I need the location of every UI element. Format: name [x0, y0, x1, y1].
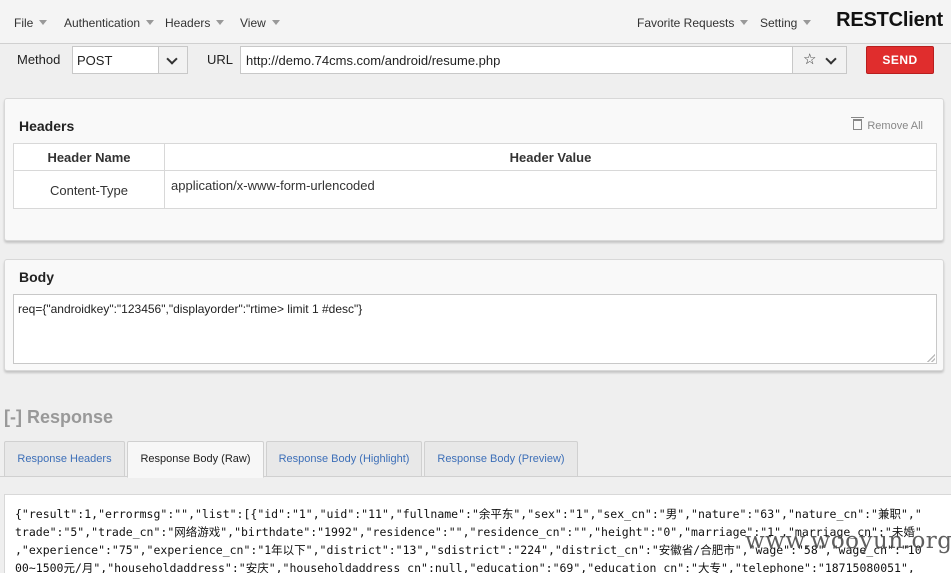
caret-down-icon — [803, 20, 812, 26]
menu-favorite-requests[interactable]: Favorite Requests — [637, 16, 749, 30]
response-line: {"result":1,"errormsg":"","list":[{"id":… — [15, 507, 922, 521]
headers-table: Header Name Header Value Content-Type ap… — [13, 143, 937, 209]
caret-down-icon — [146, 20, 155, 26]
tab-response-body-raw[interactable]: Response Body (Raw) — [127, 441, 264, 478]
watermark: www.wooyun.org — [745, 528, 951, 554]
headers-panel: Headers Remove All Header Name Header Va… — [4, 98, 944, 241]
url-value: http://demo.74cms.com/android/resume.php — [246, 53, 501, 68]
menu-favorite-requests-label: Favorite Requests — [637, 16, 735, 30]
brand-logo: RESTClient — [836, 9, 943, 31]
tab-response-body-preview[interactable]: Response Body (Preview) — [424, 441, 578, 477]
remove-all-button[interactable]: Remove All — [851, 117, 923, 132]
tab-response-body-highlight[interactable]: Response Body (Highlight) — [266, 441, 422, 477]
menu-headers-label: Headers — [165, 16, 211, 30]
url-tools: ☆ — [792, 47, 846, 73]
header-name-cell[interactable]: Content-Type — [14, 183, 164, 198]
body-panel: Body req={"androidkey":"123456","display… — [4, 259, 944, 371]
headers-title: Headers — [19, 118, 75, 134]
send-button[interactable]: SEND — [866, 46, 934, 74]
column-header-value: Header Value — [165, 144, 936, 171]
caret-down-icon — [216, 20, 225, 26]
star-icon[interactable]: ☆ — [803, 50, 816, 68]
menu-file[interactable]: File — [14, 16, 48, 30]
menu-bar: File Authentication Headers View Favorit… — [0, 0, 951, 44]
method-label: Method — [17, 52, 61, 67]
header-value-cell[interactable]: application/x-www-form-urlencoded — [171, 178, 375, 193]
trash-icon — [851, 117, 865, 130]
method-dropdown-button[interactable] — [158, 47, 187, 73]
menu-authentication[interactable]: Authentication — [64, 16, 155, 30]
body-title: Body — [19, 269, 54, 285]
request-row: Method POST URL http://demo.74cms.com/an… — [0, 44, 951, 78]
remove-all-label: Remove All — [867, 120, 923, 132]
chevron-down-icon[interactable] — [825, 53, 837, 65]
menu-view-label: View — [240, 16, 266, 30]
chevron-down-icon — [166, 53, 178, 65]
caret-down-icon — [740, 20, 749, 26]
caret-down-icon — [271, 20, 280, 26]
caret-down-icon — [39, 20, 48, 26]
column-header-name: Header Name — [14, 144, 164, 171]
body-content: req={"androidkey":"123456","displayorder… — [18, 302, 363, 316]
url-label: URL — [207, 52, 234, 67]
response-title[interactable]: [-] Response — [4, 407, 113, 428]
menu-setting[interactable]: Setting — [760, 16, 812, 30]
menu-headers[interactable]: Headers — [165, 16, 225, 30]
menu-view[interactable]: View — [240, 16, 280, 30]
menu-file-label: File — [14, 16, 34, 30]
menu-setting-label: Setting — [760, 16, 798, 30]
method-value: POST — [77, 53, 113, 68]
url-input[interactable]: http://demo.74cms.com/android/resume.php… — [240, 46, 847, 74]
response-tabs: Response Headers Response Body (Raw) Res… — [0, 441, 951, 478]
tab-response-headers[interactable]: Response Headers — [4, 441, 125, 477]
body-textarea[interactable]: req={"androidkey":"123456","displayorder… — [13, 294, 937, 364]
response-line: 00~1500元/月","householdaddress":"安庆","hou… — [15, 561, 915, 573]
column-divider — [164, 144, 165, 208]
method-select[interactable]: POST — [72, 46, 188, 74]
menu-authentication-label: Authentication — [64, 16, 141, 30]
resize-grip-icon[interactable] — [927, 354, 935, 362]
